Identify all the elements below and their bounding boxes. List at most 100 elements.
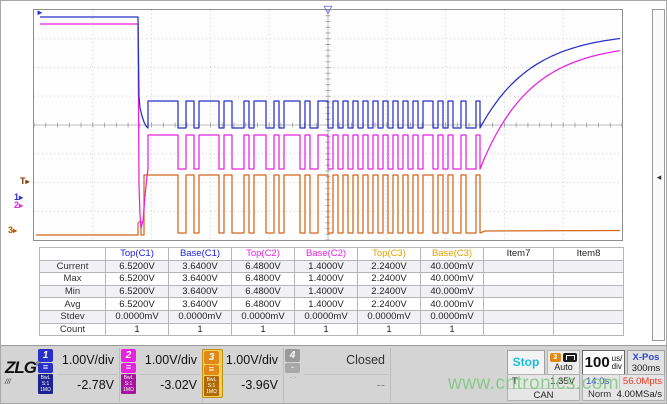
table-cell: 0.0000mV bbox=[169, 310, 232, 323]
channel-marker-3[interactable]: 3▸ bbox=[8, 226, 17, 235]
table-cell: 1 bbox=[169, 323, 232, 336]
table-cell: 40.000mV bbox=[421, 273, 484, 286]
table-row: Avg6.5200V3.6400V6.4800V1.4000V2.2400V40… bbox=[40, 298, 624, 311]
table-header-cell[interactable]: Base(C3) bbox=[421, 248, 484, 261]
waveform-plot-area[interactable] bbox=[33, 9, 623, 241]
run-stop-indicator[interactable]: Stop bbox=[507, 350, 545, 375]
trace-c3 bbox=[36, 175, 620, 235]
channel-badges-2[interactable]: 2≡BwLS:11MΩ bbox=[121, 349, 138, 394]
table-cell bbox=[484, 298, 554, 311]
table-header-cell[interactable]: Base(C2) bbox=[295, 248, 358, 261]
table-row: Max6.5200V3.6400V6.4800V1.4000V2.2400V40… bbox=[40, 273, 624, 286]
table-corner-cell bbox=[40, 248, 106, 261]
channel-number-badge: 1 bbox=[38, 349, 53, 362]
table-cell bbox=[554, 273, 624, 286]
record-points: 56.0Mpts bbox=[623, 376, 662, 387]
table-cell bbox=[484, 273, 554, 286]
channel-marker-2[interactable]: 2▸ bbox=[14, 201, 23, 210]
table-cell: 1.4000V bbox=[295, 285, 358, 298]
logo-text: ZLG bbox=[5, 358, 36, 377]
coupling-icon: - bbox=[285, 363, 300, 373]
marker-arrow-icon: ▸ bbox=[26, 177, 30, 186]
channel-block-4[interactable]: 4--:-Closed-- bbox=[284, 348, 391, 402]
table-cell: 0.0000mV bbox=[358, 310, 421, 323]
trigger-source-badge: 3 bbox=[550, 353, 561, 362]
table-cell bbox=[484, 323, 554, 336]
table-header-cell[interactable]: Top(C3) bbox=[358, 248, 421, 261]
table-row: Current6.5200V3.6400V6.4800V1.4000V2.240… bbox=[40, 260, 624, 273]
row-label-cell: Avg bbox=[40, 298, 106, 311]
channel-offset: -3.96V bbox=[241, 378, 278, 392]
channel-marker-t[interactable]: T▸ bbox=[20, 177, 30, 186]
table-cell bbox=[484, 310, 554, 323]
table-header-cell[interactable]: Item7 bbox=[484, 248, 554, 261]
table-cell: 6.5200V bbox=[106, 298, 169, 311]
channel-block-3[interactable]: 3≡BwLS:11MΩ1.00V/div -3.96V bbox=[203, 348, 284, 402]
channel-badges-1[interactable]: 1≡BwLS:11MΩ bbox=[38, 349, 55, 394]
table-cell: 40.000mV bbox=[421, 260, 484, 273]
timebase-unit-bottom: div bbox=[612, 362, 622, 371]
trigger-position-icon[interactable]: ▽ bbox=[321, 5, 335, 17]
table-cell: 3.6400V bbox=[169, 285, 232, 298]
row-label-cell: Current bbox=[40, 260, 106, 273]
trigger-mode-label: Auto bbox=[548, 362, 579, 372]
panel-collapse-icon[interactable]: ◂ bbox=[654, 172, 664, 183]
coupling-icon: ≡ bbox=[121, 363, 136, 373]
table-cell bbox=[554, 298, 624, 311]
table-cell bbox=[484, 260, 554, 273]
horizontal-position-box[interactable]: X-Pos 300ms bbox=[627, 350, 665, 375]
table-cell: 2.2400V bbox=[358, 298, 421, 311]
channel-scale: 1.00V/div bbox=[62, 353, 114, 367]
table-cell bbox=[554, 285, 624, 298]
channel-number-badge: 4 bbox=[285, 349, 300, 362]
channel-offset: -2.78V bbox=[77, 378, 114, 392]
table-header-cell[interactable]: Base(C1) bbox=[169, 248, 232, 261]
table-cell: 1 bbox=[232, 323, 295, 336]
row-label-cell: Stdev bbox=[40, 310, 106, 323]
channel-probe-label: BwLS:11MΩ bbox=[121, 374, 136, 394]
waveform-display[interactable] bbox=[34, 10, 622, 240]
table-header-cell[interactable]: Top(C2) bbox=[232, 248, 295, 261]
xpos-value: 300ms bbox=[628, 363, 664, 374]
channel-block-2[interactable]: 2≡BwLS:11MΩ1.00V/div-3.02V bbox=[120, 348, 203, 402]
table-row: Count111111 bbox=[40, 323, 624, 336]
side-panel-handle[interactable]: ◂ bbox=[652, 9, 665, 341]
row-label-cell: Count bbox=[40, 323, 106, 336]
channel-probe-label: BwLS:11MΩ bbox=[38, 374, 53, 394]
trace-start-flag-icon: ► bbox=[36, 9, 44, 17]
sample-rate: 4.00MSa/s bbox=[617, 389, 662, 400]
channel-scale: 1.00V/div bbox=[226, 353, 278, 367]
channel-block-1[interactable]: 1≡BwLS:11MΩ 1.00V/div -2.78V bbox=[37, 348, 120, 402]
table-cell: 3.6400V bbox=[169, 273, 232, 286]
channel-badges-3[interactable]: 3≡BwLS:11MΩ bbox=[202, 349, 223, 398]
table-cell: 6.4800V bbox=[232, 298, 295, 311]
site-watermark: www.cntronics.com bbox=[448, 373, 619, 395]
channel-offset: -- bbox=[377, 378, 385, 392]
channel-number-badge: 3 bbox=[204, 351, 219, 364]
table-cell: 1 bbox=[358, 323, 421, 336]
table-cell: 0.0000mV bbox=[421, 310, 484, 323]
table-cell: 1.4000V bbox=[295, 260, 358, 273]
table-header-cell[interactable]: Top(C1) bbox=[106, 248, 169, 261]
zlg-logo: ZLG® /// bbox=[5, 358, 37, 386]
coupling-icon: ≡ bbox=[38, 363, 53, 373]
table-cell: 2.2400V bbox=[358, 285, 421, 298]
channel-badges-4[interactable]: 4--:- bbox=[285, 349, 302, 381]
table-cell: 3.6400V bbox=[169, 260, 232, 273]
trigger-edge-icon bbox=[563, 353, 577, 362]
trigger-settings-box[interactable]: 3 Auto bbox=[547, 350, 580, 375]
table-cell: 40.000mV bbox=[421, 285, 484, 298]
table-cell: 6.4800V bbox=[232, 285, 295, 298]
table-cell: 3.6400V bbox=[169, 298, 232, 311]
table-cell bbox=[554, 310, 624, 323]
table-header-cell[interactable]: Item8 bbox=[554, 248, 624, 261]
table-cell: 6.4800V bbox=[232, 260, 295, 273]
table-cell bbox=[554, 323, 624, 336]
table-cell: 1 bbox=[295, 323, 358, 336]
timebase-box[interactable]: 100us/div bbox=[582, 350, 625, 375]
row-label-cell: Max bbox=[40, 273, 106, 286]
channel-probe-label: BwLS:11MΩ bbox=[204, 376, 219, 396]
channel-number-badge: 2 bbox=[121, 349, 136, 362]
marker-arrow-icon: ▸ bbox=[13, 226, 17, 235]
table-cell: 0.0000mV bbox=[232, 310, 295, 323]
